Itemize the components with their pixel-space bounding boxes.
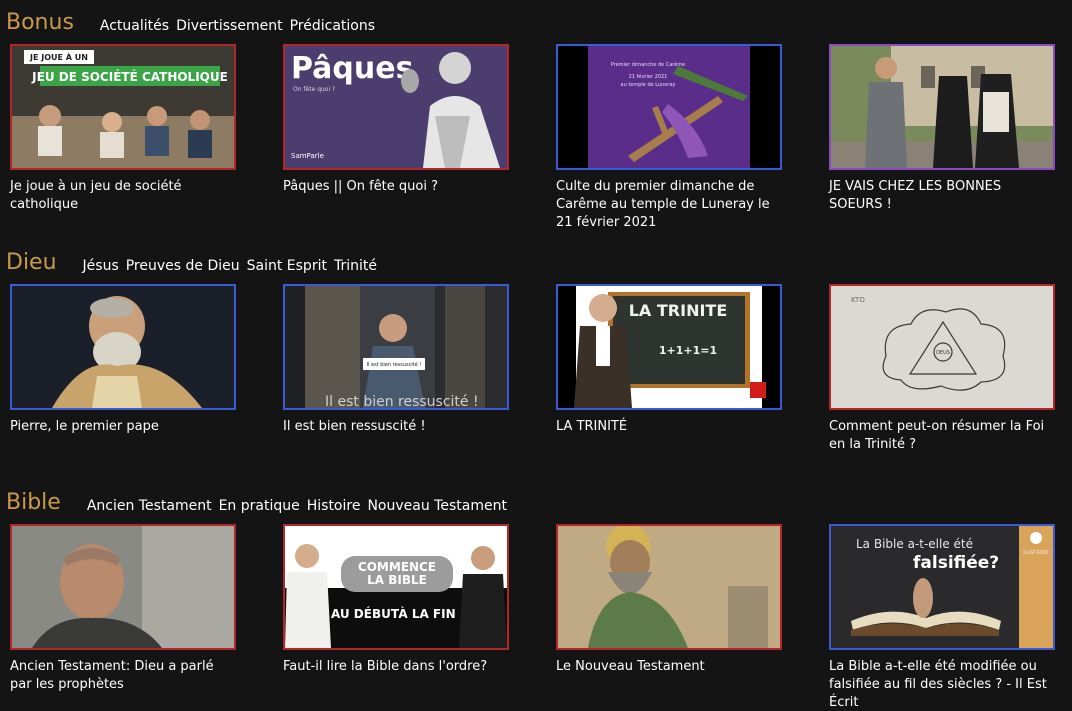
thumb-text: falsifiée? — [913, 553, 999, 573]
video-thumbnail[interactable] — [10, 524, 236, 650]
thumb-text: On fête quoi ? — [293, 86, 335, 93]
thumb-text: Premier dimanche de Carême — [611, 61, 686, 68]
thumbnail-image: JE JOUE À UN JEU DE SOCIÉTÉ CATHOLIQUE — [12, 46, 234, 168]
category-link-ancien-testament[interactable]: Ancien Testament — [87, 497, 212, 516]
thumb-text: 21 février 2021 — [629, 73, 668, 80]
video-card[interactable]: LA TRINITE 1+1+1=1 LA TRINITÉ — [556, 284, 782, 436]
thumb-text: JEU DE SOCIÉTÉ CATHOLIQUE — [31, 69, 228, 84]
thumb-text: KTO — [851, 296, 865, 304]
video-thumbnail[interactable]: COMMENCE LA BIBLE AU DÉBUT À LA FIN — [283, 524, 509, 650]
category-link-preuves-de-dieu[interactable]: Preuves de Dieu — [126, 257, 240, 276]
video-title[interactable]: Le Nouveau Testament — [556, 658, 782, 676]
video-title[interactable]: Ancien Testament: Dieu a parlé par les p… — [10, 658, 236, 694]
thumb-text: COMMENCE — [358, 560, 436, 574]
category-link-saint-esprit[interactable]: Saint Esprit — [247, 257, 327, 276]
video-thumbnail[interactable]: KTO DEUS — [829, 284, 1055, 410]
video-card[interactable]: Le Nouveau Testament — [556, 524, 782, 676]
thumbnail-image: KTO DEUS — [831, 286, 1053, 408]
category-link-en-pratique[interactable]: En pratique — [219, 497, 300, 516]
section-title: Dieu — [6, 250, 57, 275]
video-card[interactable]: COMMENCE LA BIBLE AU DÉBUT À LA FIN Faut… — [283, 524, 509, 676]
thumbnail-image — [831, 46, 1053, 168]
video-card[interactable]: Il est bien ressuscité ! Il est bien res… — [283, 284, 509, 436]
section-header: Bonus Actualités Divertissement Prédicat… — [6, 4, 382, 36]
video-card[interactable]: JE JOUE À UN JEU DE SOCIÉTÉ CATHOLIQUE J… — [10, 44, 236, 214]
video-catalog-page: Bonus Actualités Divertissement Prédicat… — [0, 0, 1072, 711]
thumb-text: LA BIBLE — [367, 573, 427, 587]
thumb-text: À LA FIN — [398, 606, 455, 621]
category-link-divertissement[interactable]: Divertissement — [176, 17, 283, 36]
video-title[interactable]: La Bible a-t-elle été modifiée ou falsif… — [829, 658, 1055, 711]
thumb-text: AU DÉBUT — [331, 606, 400, 621]
category-link-predications[interactable]: Prédications — [290, 17, 375, 36]
video-thumbnail[interactable]: JE JOUE À UN JEU DE SOCIÉTÉ CATHOLIQUE — [10, 44, 236, 170]
video-title[interactable]: Je joue à un jeu de société catholique — [10, 178, 236, 214]
thumbnail-image: Premier dimanche de Carême 21 février 20… — [558, 46, 780, 168]
video-title[interactable]: Pâques || On fête quoi ? — [283, 178, 509, 196]
video-thumbnail[interactable]: LA TRINITE 1+1+1=1 — [556, 284, 782, 410]
thumb-text: LA TRINITE — [629, 301, 728, 320]
thumbnail-image: LA TRINITE 1+1+1=1 — [558, 286, 780, 408]
video-title[interactable]: Il est bien ressuscité ! — [283, 418, 509, 436]
thumbnail-image — [12, 286, 234, 408]
video-card[interactable]: Pierre, le premier pape — [10, 284, 236, 436]
thumbnail-image: IL EST ÉCRIT La Bible a-t-elle été falsi… — [831, 526, 1053, 648]
category-link-histoire[interactable]: Histoire — [307, 497, 361, 516]
thumb-text: au temple de Luneray — [621, 82, 676, 88]
category-link-actualites[interactable]: Actualités — [100, 17, 169, 36]
thumb-text: Il est bien ressuscité ! — [367, 361, 422, 368]
thumbnail-image — [12, 526, 234, 648]
video-thumbnail[interactable] — [829, 44, 1055, 170]
thumb-text: 1+1+1=1 — [659, 344, 717, 357]
section-header: Bible Ancien Testament En pratique Histo… — [6, 484, 514, 516]
video-thumbnail[interactable] — [10, 284, 236, 410]
thumb-text: La Bible a-t-elle été — [856, 537, 973, 551]
thumb-text: Il est bien ressuscité ! — [325, 394, 479, 408]
video-title[interactable]: Culte du premier dimanche de Carême au t… — [556, 178, 782, 232]
thumbnail-image: Il est bien ressuscité ! Il est bien res… — [285, 286, 507, 408]
video-card[interactable]: Premier dimanche de Carême 21 février 20… — [556, 44, 782, 232]
video-title[interactable]: LA TRINITÉ — [556, 418, 782, 436]
thumb-text: IL EST ÉCRIT — [1023, 550, 1049, 555]
video-thumbnail[interactable] — [556, 524, 782, 650]
video-title[interactable]: Pierre, le premier pape — [10, 418, 236, 436]
category-link-jesus[interactable]: Jésus — [83, 257, 119, 276]
thumb-text: JE JOUE À UN — [29, 51, 88, 62]
video-card[interactable]: JE VAIS CHEZ LES BONNES SOEURS ! — [829, 44, 1055, 214]
video-thumbnail[interactable]: Premier dimanche de Carême 21 février 20… — [556, 44, 782, 170]
video-card[interactable]: KTO DEUS Comment peut-on résumer la Foi … — [829, 284, 1055, 454]
thumbnail-image: Pâques On fête quoi ? SamParle — [285, 46, 507, 168]
section-title: Bible — [6, 490, 61, 515]
video-title[interactable]: Comment peut-on résumer la Foi en la Tri… — [829, 418, 1055, 454]
thumb-text: DEUS — [936, 350, 950, 356]
video-card[interactable]: IL EST ÉCRIT La Bible a-t-elle été falsi… — [829, 524, 1055, 711]
video-thumbnail[interactable]: Pâques On fête quoi ? SamParle — [283, 44, 509, 170]
video-card[interactable]: Pâques On fête quoi ? SamParle Pâques ||… — [283, 44, 509, 196]
thumbnail-image — [558, 526, 780, 648]
thumb-text: Pâques — [291, 51, 413, 86]
video-title[interactable]: Faut-il lire la Bible dans l'ordre? — [283, 658, 509, 676]
category-link-nouveau-testament[interactable]: Nouveau Testament — [367, 497, 506, 516]
section-header: Dieu Jésus Preuves de Dieu Saint Esprit … — [6, 244, 384, 276]
video-thumbnail[interactable]: IL EST ÉCRIT La Bible a-t-elle été falsi… — [829, 524, 1055, 650]
video-card[interactable]: Ancien Testament: Dieu a parlé par les p… — [10, 524, 236, 694]
section-title: Bonus — [6, 10, 74, 35]
video-title[interactable]: JE VAIS CHEZ LES BONNES SOEURS ! — [829, 178, 1055, 214]
category-link-trinite[interactable]: Trinité — [334, 257, 377, 276]
video-thumbnail[interactable]: Il est bien ressuscité ! Il est bien res… — [283, 284, 509, 410]
thumb-text: SamParle — [291, 152, 324, 160]
thumbnail-image: COMMENCE LA BIBLE AU DÉBUT À LA FIN — [285, 526, 507, 648]
